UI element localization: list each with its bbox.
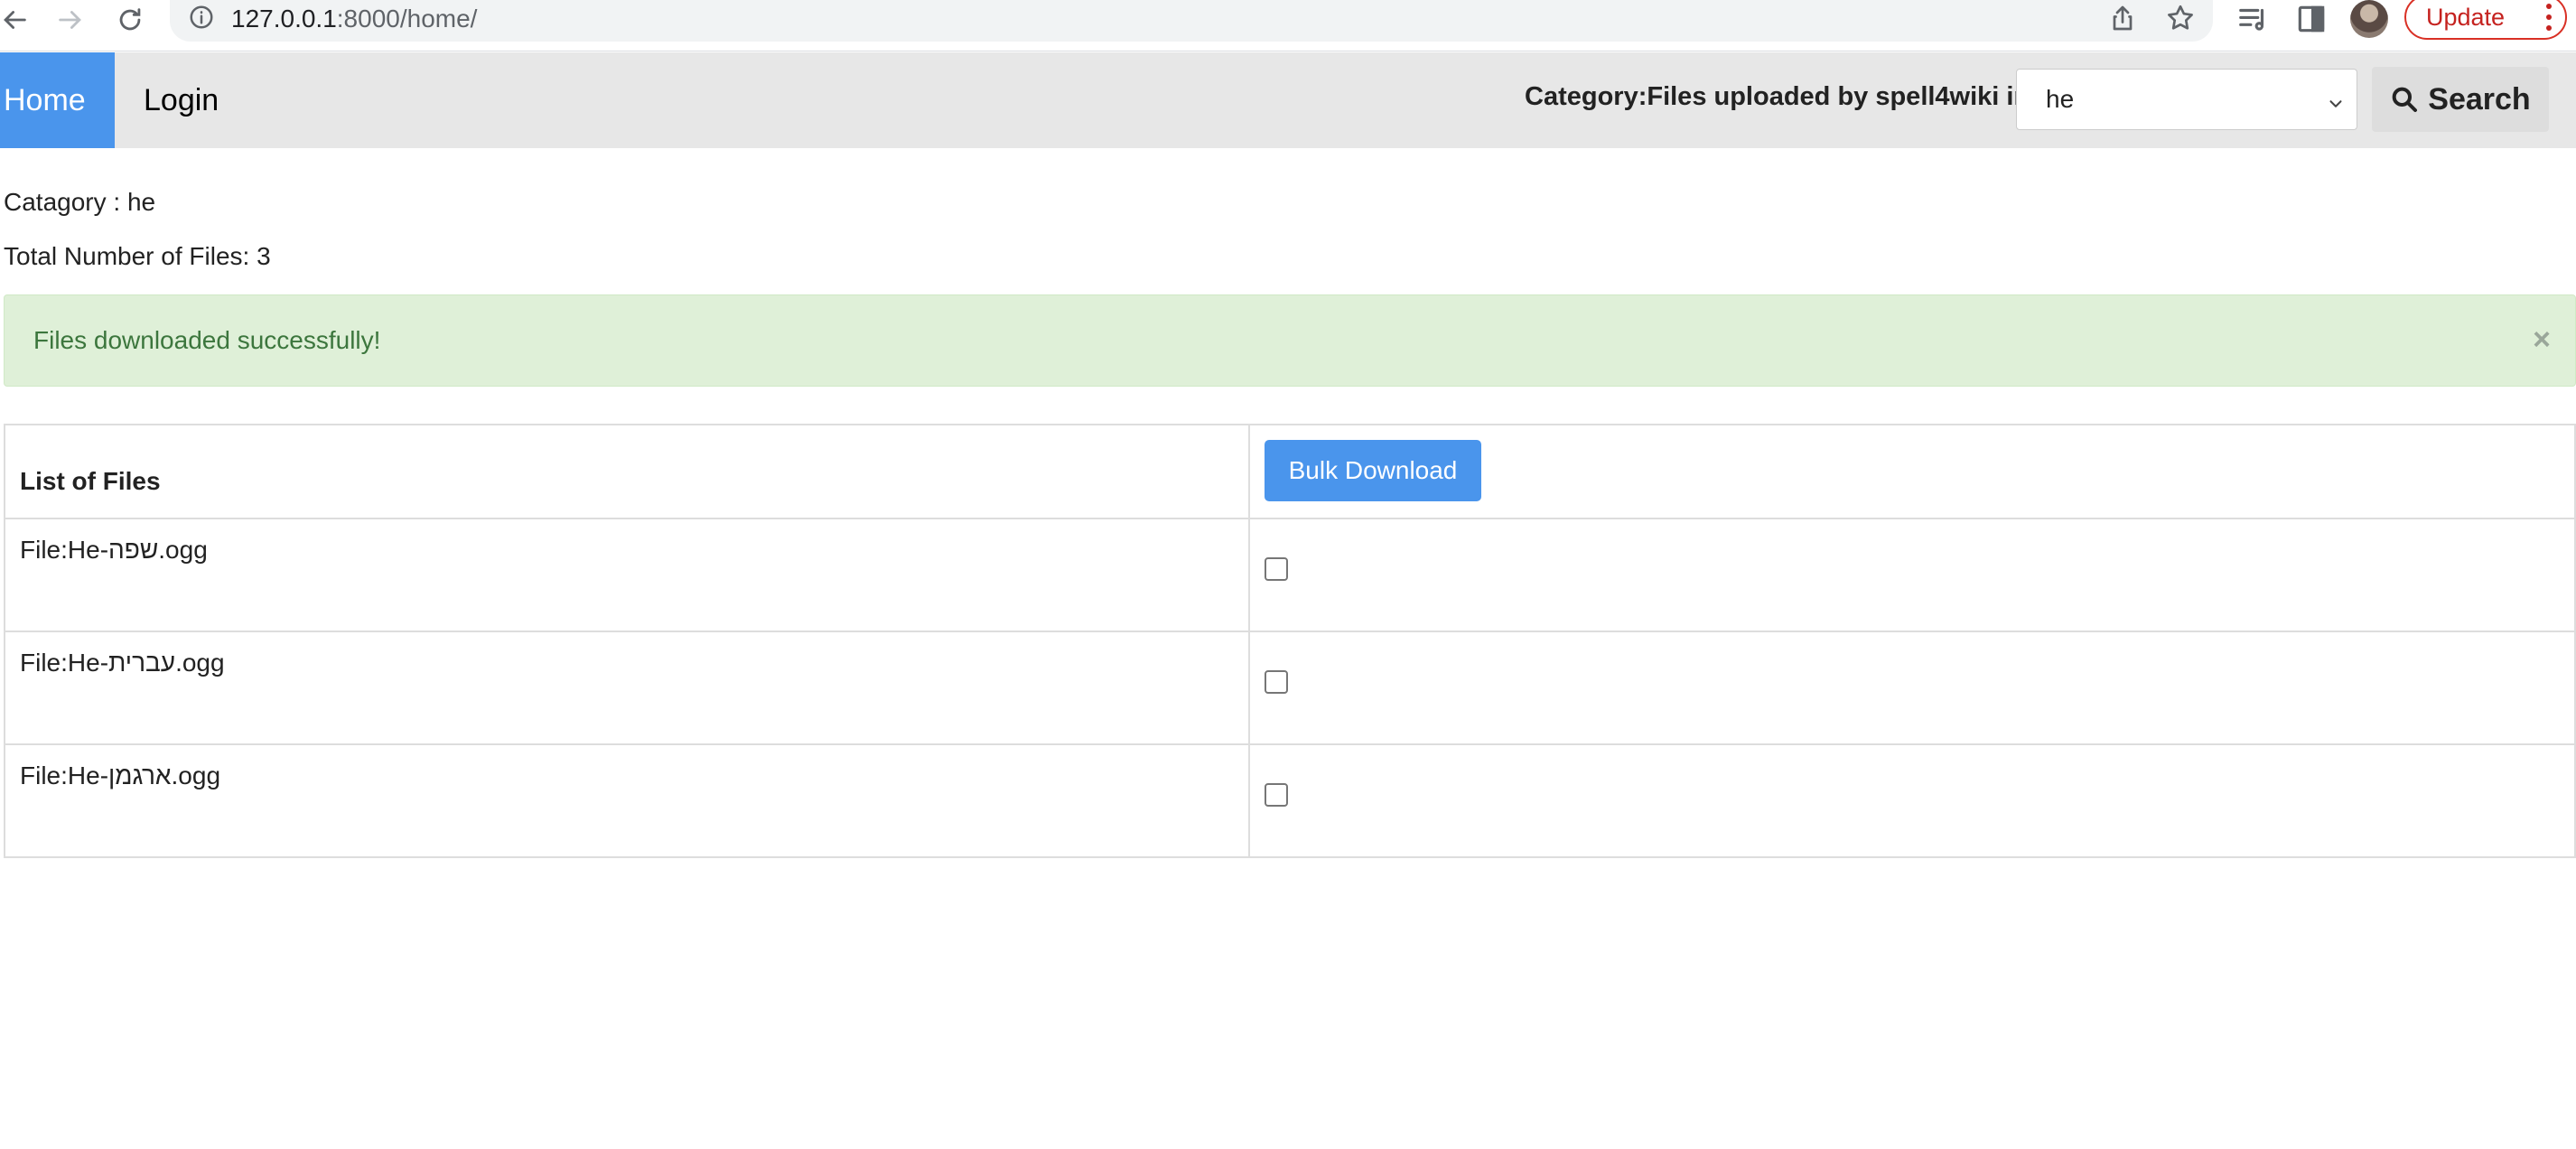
url-text[interactable]: 127.0.0.1:8000/home/ — [231, 4, 477, 34]
close-icon[interactable]: × — [2528, 324, 2555, 355]
file-name-cell: File:He-עברית.ogg — [4, 631, 1250, 745]
language-select[interactable]: he — [2016, 69, 2357, 130]
search-label: Search — [2428, 81, 2531, 117]
table-row: File:He-שפה.ogg — [4, 518, 2576, 632]
info-icon[interactable] — [188, 4, 215, 31]
category-info: Catagory : he — [4, 188, 156, 216]
success-alert: Files downloaded successfully! × — [4, 294, 2576, 387]
search-icon — [2390, 85, 2419, 114]
bookmark-star-icon[interactable] — [2164, 2, 2197, 34]
update-button[interactable]: Update — [2404, 0, 2567, 40]
nav-home-link[interactable]: Home — [0, 52, 115, 148]
side-panel-icon[interactable] — [2294, 2, 2329, 36]
file-name-cell: File:He-ארגמן.ogg — [4, 743, 1250, 858]
reload-icon[interactable] — [110, 0, 150, 40]
media-control-icon[interactable] — [2236, 2, 2271, 36]
category-label: Category:Files uploaded by spell4wiki in — [1525, 82, 2030, 111]
action-column-header: Bulk Download — [1248, 424, 2576, 519]
browser-toolbar: 127.0.0.1:8000/home/ Update — [0, 0, 2576, 51]
more-options-icon[interactable] — [2545, 4, 2553, 31]
table-row: File:He-עברית.ogg — [4, 631, 2576, 745]
language-select-value: he — [2046, 85, 2075, 113]
file-checkbox[interactable] — [1265, 783, 1288, 807]
profile-avatar[interactable] — [2350, 0, 2388, 38]
bulk-download-button[interactable]: Bulk Download — [1265, 440, 1481, 501]
back-arrow-icon[interactable] — [0, 0, 34, 40]
file-checkbox[interactable] — [1265, 557, 1288, 581]
file-checkbox[interactable] — [1265, 670, 1288, 694]
file-select-cell — [1248, 631, 2576, 745]
address-bar[interactable]: 127.0.0.1:8000/home/ — [170, 0, 2213, 42]
url-path: :8000/home/ — [336, 5, 478, 33]
update-label: Update — [2426, 3, 2506, 31]
forward-arrow-icon[interactable] — [51, 0, 90, 40]
file-select-cell — [1248, 518, 2576, 632]
share-icon[interactable] — [2106, 2, 2139, 34]
table-header-row: List of Files Bulk Download — [4, 424, 2576, 519]
file-name-cell: File:He-שפה.ogg — [4, 518, 1250, 632]
file-select-cell — [1248, 743, 2576, 858]
url-host: 127.0.0.1 — [231, 5, 337, 33]
table-row: File:He-ארגמן.ogg — [4, 743, 2576, 858]
nav-login-link[interactable]: Login — [144, 52, 219, 148]
total-files-info: Total Number of Files: 3 — [4, 242, 271, 270]
site-navbar: Home Login Category:Files uploaded by sp… — [0, 52, 2576, 148]
alert-message: Files downloaded successfully! — [33, 326, 381, 354]
chevron-down-icon — [2326, 91, 2346, 111]
files-table: List of Files Bulk Download File:He-שפה.… — [4, 424, 2576, 858]
search-button[interactable]: Search — [2372, 67, 2549, 132]
files-column-header: List of Files — [4, 424, 1250, 519]
